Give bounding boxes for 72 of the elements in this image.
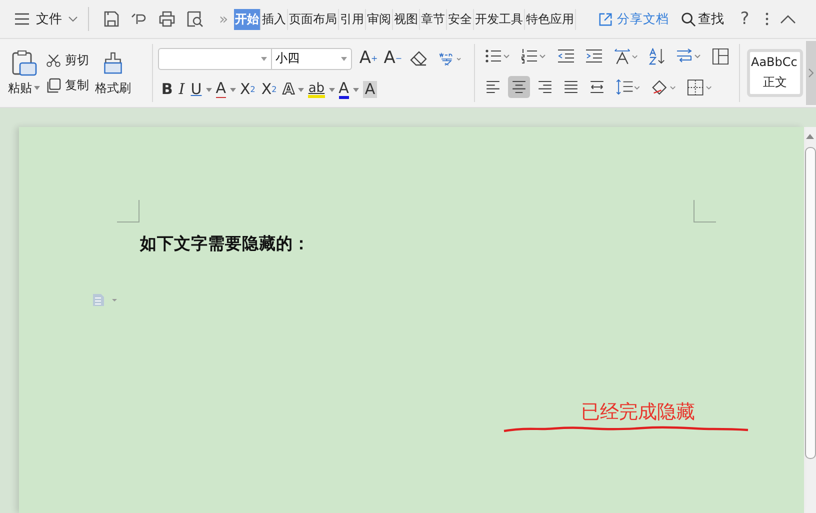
ribbon-tab[interactable]: 特色应用 (525, 8, 576, 30)
print-icon[interactable] (158, 10, 176, 28)
find-button[interactable]: 查找 (681, 10, 724, 28)
document-heading: 如下文字需要隐藏的： (140, 233, 311, 255)
ribbon-tab[interactable]: 审阅 (366, 8, 394, 30)
scroll-thumb[interactable] (804, 147, 816, 459)
ribbon-tab[interactable]: 开发工具 (474, 8, 526, 30)
ribbon-tab[interactable]: 插入 (261, 8, 288, 30)
caret-icon (341, 56, 348, 60)
search-icon (681, 12, 696, 26)
copy-icon (46, 78, 61, 93)
help-button[interactable]: ? (740, 9, 750, 29)
sort-icon[interactable] (649, 48, 666, 65)
ribbon-tab[interactable]: 视图 (393, 8, 420, 30)
ribbon-tab[interactable]: 引用 (339, 8, 366, 30)
style-preset[interactable]: AaBbCc 正文 (746, 49, 804, 97)
font-format-button[interactable]: A (336, 80, 359, 98)
character-spacing-icon[interactable] (613, 48, 640, 65)
collapse-icon[interactable] (780, 14, 796, 24)
borders-icon[interactable] (687, 78, 714, 96)
ribbon-tab[interactable]: 安全 (447, 8, 474, 30)
cut-button[interactable]: 剪切 (46, 52, 89, 69)
eraser-icon[interactable] (410, 50, 428, 66)
font-format-button[interactable]: I (176, 82, 187, 97)
save-icon[interactable] (102, 10, 120, 28)
menu-icon (14, 11, 30, 27)
font-format-button[interactable]: U (188, 82, 212, 97)
margin-corner-mark (117, 200, 140, 223)
vertical-scrollbar[interactable] (804, 127, 816, 513)
numbered-list-icon[interactable] (521, 48, 548, 64)
fill-bucket-icon[interactable] (651, 78, 678, 96)
font-format-button[interactable]: A (214, 81, 236, 98)
caret-icon (261, 56, 268, 60)
file-menu[interactable]: 文件 (14, 10, 78, 28)
format-painter-button[interactable]: 格式刷 (95, 50, 131, 96)
scissors-icon (46, 53, 61, 68)
paintbrush-icon (102, 50, 124, 76)
font-format-button[interactable]: X$^{2}$ (238, 82, 258, 97)
caret-icon (206, 88, 212, 92)
copy-button[interactable]: 复制 (46, 77, 89, 94)
clipboard-icon (11, 50, 37, 76)
annotation-text: 已经完成隐藏 (581, 400, 695, 425)
ribbon-tab[interactable]: 页面布局 (288, 8, 340, 30)
line-direction-icon[interactable] (676, 48, 702, 64)
font-size-button[interactable]: A$^{−}$ (384, 50, 402, 67)
decrease-indent-icon[interactable] (557, 48, 576, 64)
share-button[interactable]: 分享文档 (598, 10, 670, 28)
print-preview-icon[interactable] (186, 10, 204, 28)
bullet-list-icon[interactable] (485, 48, 512, 64)
chevron-right-icon (808, 68, 814, 78)
chevron-down-icon (68, 16, 78, 22)
more-vertical-icon[interactable] (764, 11, 770, 27)
caret-icon (352, 88, 359, 92)
font-size-button[interactable]: A$^{+}$ (359, 50, 378, 67)
font-format-button[interactable]: A (280, 82, 304, 97)
caret-icon (34, 86, 40, 90)
share-icon (598, 12, 614, 26)
caret-icon (328, 88, 335, 92)
caret-icon (230, 88, 236, 92)
paste-button[interactable]: 粘贴 (8, 50, 40, 96)
line-spacing-icon[interactable] (615, 78, 642, 96)
font-format-button[interactable]: A (360, 81, 380, 98)
caret-icon (298, 88, 304, 92)
increase-indent-icon[interactable] (585, 48, 604, 64)
table-layout-icon[interactable] (712, 48, 730, 65)
align-center-icon[interactable] (508, 76, 530, 98)
margin-corner-mark (693, 200, 716, 223)
ribbon-tab[interactable]: 章节 (420, 8, 448, 30)
font-size-dropdown[interactable]: 小四 (272, 48, 352, 70)
scroll-up-icon (806, 133, 814, 139)
font-format-button[interactable]: B (159, 82, 175, 97)
font-format-button[interactable]: ab (306, 82, 335, 98)
